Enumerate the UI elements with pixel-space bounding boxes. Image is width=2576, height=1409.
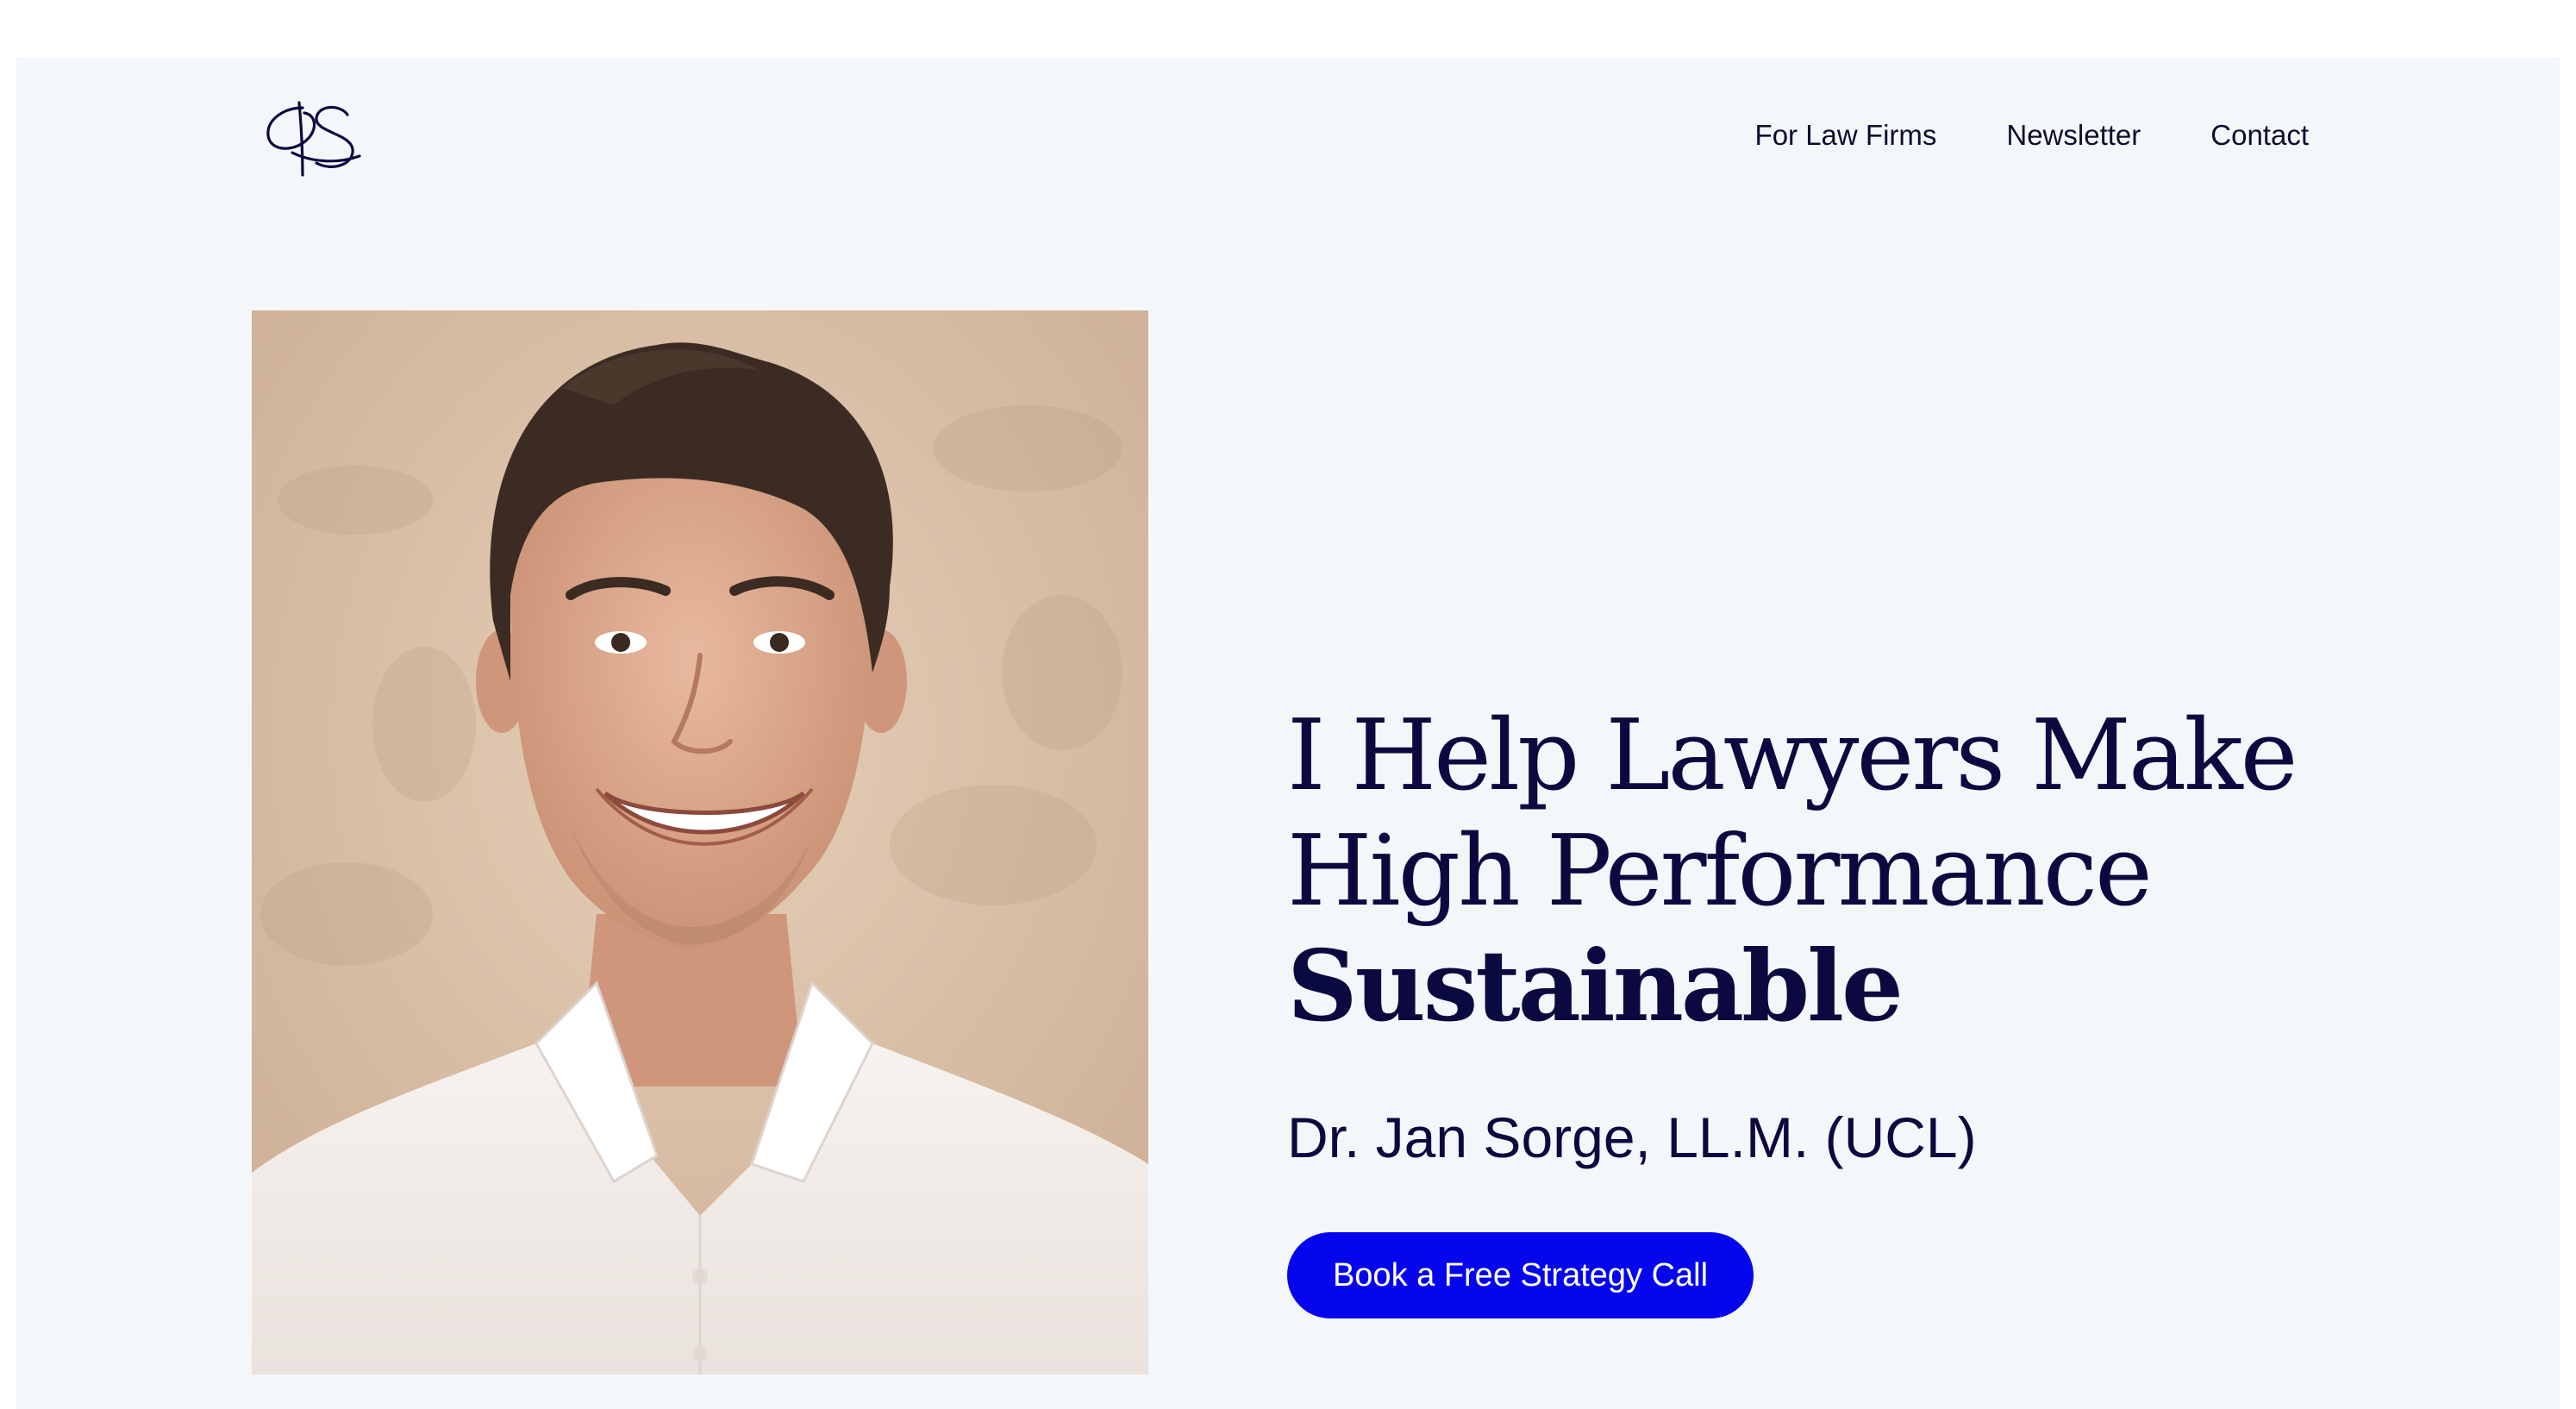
nav-link-for-law-firms[interactable]: For Law Firms bbox=[1755, 116, 1937, 154]
nav-link-newsletter[interactable]: Newsletter bbox=[2006, 116, 2141, 154]
hero-headline-line-2: High Performance bbox=[1287, 814, 2153, 928]
hero-headline-line-3: Sustainable bbox=[1287, 929, 1904, 1043]
monogram-logo-icon bbox=[266, 101, 361, 177]
hero-headline-line-1: I Help Lawyers Make bbox=[1287, 698, 2298, 812]
nav-link-contact[interactable]: Contact bbox=[2210, 116, 2309, 154]
main-nav: For Law Firms Newsletter Contact bbox=[1755, 116, 2309, 154]
hero-portrait-photo bbox=[252, 310, 1148, 1375]
hero-headline: I Help Lawyers Make High Performance Sus… bbox=[1287, 698, 2408, 1044]
logo-link[interactable] bbox=[258, 96, 372, 182]
book-strategy-call-button[interactable]: Book a Free Strategy Call bbox=[1287, 1232, 1754, 1318]
page: For Law Firms Newsletter Contact I Help … bbox=[16, 58, 2560, 1409]
hero-subtitle-name: Dr. Jan Sorge, LL.M. (UCL) bbox=[1287, 1105, 1977, 1169]
